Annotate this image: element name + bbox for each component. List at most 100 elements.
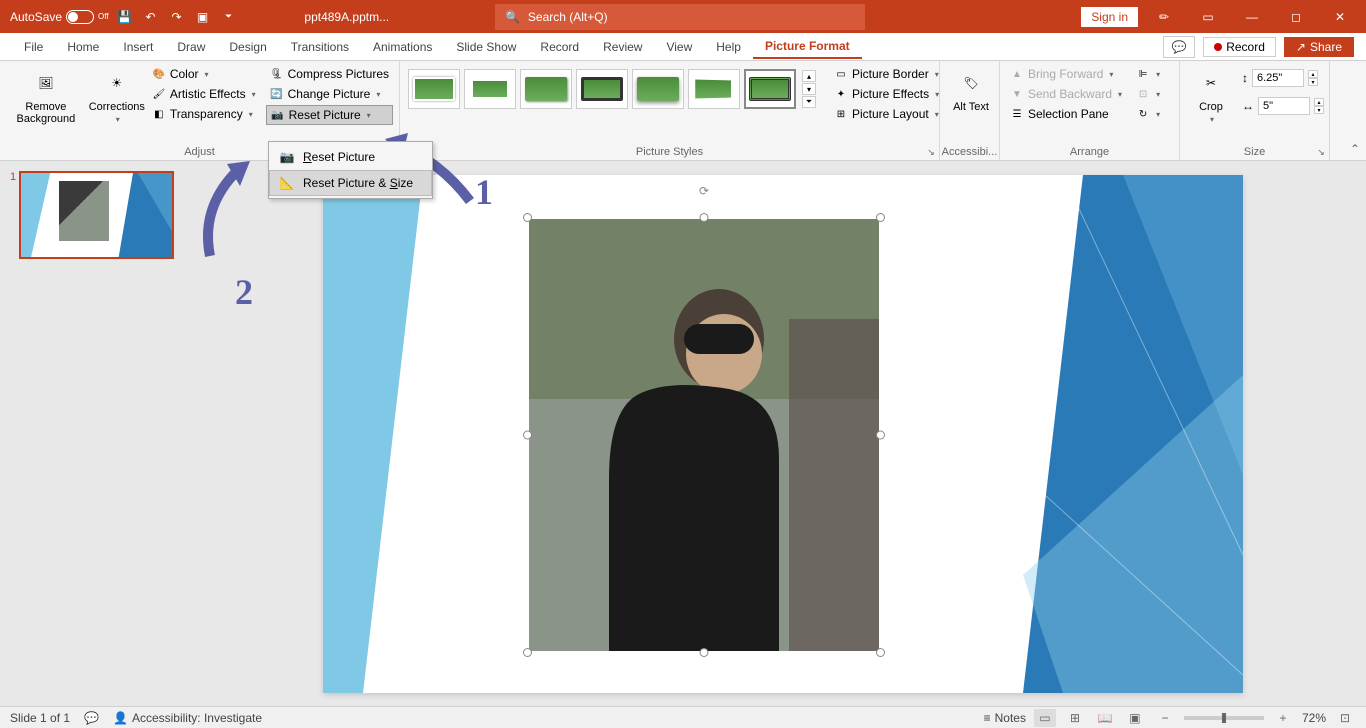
send-backward-button[interactable]: ▼Send Backward▾ (1006, 85, 1126, 103)
accessibility-status[interactable]: 👤Accessibility: Investigate (113, 711, 262, 725)
color-button[interactable]: 🎨Color▾ (148, 65, 260, 83)
width-up[interactable]: ▴ (1314, 98, 1324, 106)
style-thumb-6[interactable] (688, 69, 740, 109)
height-up[interactable]: ▴ (1308, 70, 1318, 78)
tab-transitions[interactable]: Transitions (279, 36, 361, 58)
minimize-icon[interactable]: — (1234, 3, 1270, 31)
slideshow-view-button[interactable]: ▣ (1124, 709, 1146, 727)
autosave-toggle[interactable]: AutoSave Off (10, 10, 109, 24)
autosave-switch[interactable] (66, 10, 94, 24)
width-input[interactable] (1258, 97, 1310, 115)
tab-picture-format[interactable]: Picture Format (753, 35, 862, 59)
sorter-view-button[interactable]: ⊞ (1064, 709, 1086, 727)
tab-review[interactable]: Review (591, 36, 654, 58)
height-input[interactable] (1252, 69, 1304, 87)
reading-view-button[interactable]: 📖 (1094, 709, 1116, 727)
rotate-button[interactable]: ↻▾ (1132, 105, 1164, 123)
zoom-slider[interactable] (1184, 716, 1264, 720)
style-thumb-5[interactable] (632, 69, 684, 109)
gallery-more-button[interactable]: ⏷ (802, 96, 816, 108)
selection-pane-label: Selection Pane (1028, 107, 1109, 121)
picture-layout-button[interactable]: ⊞Picture Layout▾ (830, 105, 943, 123)
compress-pictures-button[interactable]: 🗜Compress Pictures (266, 65, 393, 83)
slide-thumbnail-1[interactable] (19, 171, 174, 259)
artistic-effects-button[interactable]: 🖌Artistic Effects▾ (148, 85, 260, 103)
undo-icon[interactable]: ↶ (141, 7, 161, 27)
search-input[interactable] (528, 10, 855, 24)
reset-picture-size-item[interactable]: 📐 Reset Picture & Size (269, 170, 432, 196)
slide-thumbnail-panel[interactable]: 1 (0, 161, 200, 706)
style-thumb-4[interactable] (576, 69, 628, 109)
change-picture-button[interactable]: 🔄Change Picture▾ (266, 85, 393, 103)
present-icon[interactable]: ▣ (193, 7, 213, 27)
zoom-level[interactable]: 72% (1302, 711, 1326, 725)
chevron-down-icon: ▾ (1109, 70, 1113, 79)
crop-button[interactable]: ✂ Crop ▾ (1186, 65, 1236, 126)
group-button[interactable]: ⊡▾ (1132, 85, 1164, 103)
redo-icon[interactable]: ↷ (167, 7, 187, 27)
gallery-up-button[interactable]: ▴ (802, 70, 816, 82)
tab-draw[interactable]: Draw (165, 36, 217, 58)
tab-animations[interactable]: Animations (361, 36, 444, 58)
save-icon[interactable]: 💾 (115, 7, 135, 27)
selection-pane-button[interactable]: ☰Selection Pane (1006, 105, 1126, 123)
qat-more-icon[interactable]: ⏷ (219, 7, 239, 27)
tab-insert[interactable]: Insert (111, 36, 165, 58)
tab-slideshow[interactable]: Slide Show (444, 36, 528, 58)
zoom-out-button[interactable]: − (1154, 709, 1176, 727)
comments-button[interactable]: 💬 (1163, 36, 1195, 58)
style-thumb-3[interactable] (520, 69, 572, 109)
corrections-button[interactable]: ☀ Corrections ▾ (92, 65, 142, 126)
bring-forward-button[interactable]: ▲Bring Forward▾ (1006, 65, 1126, 83)
ribbon-mode-icon[interactable]: ▭ (1190, 3, 1226, 31)
width-down[interactable]: ▾ (1314, 106, 1324, 114)
tab-record[interactable]: Record (528, 36, 591, 58)
autosave-label: AutoSave (10, 10, 62, 24)
close-icon[interactable]: ✕ (1322, 3, 1358, 31)
language-icon[interactable]: 💬 (84, 711, 99, 725)
remove-background-button[interactable]: 🖼 Remove Background (6, 65, 86, 127)
share-button[interactable]: ↗Share (1284, 37, 1354, 57)
tab-design[interactable]: Design (217, 36, 278, 58)
reset-picture-item[interactable]: 📷 Reset Picture (269, 144, 432, 170)
style-thumb-2[interactable] (464, 69, 516, 109)
picture-border-button[interactable]: ▭Picture Border▾ (830, 65, 943, 83)
tab-view[interactable]: View (654, 36, 704, 58)
style-thumb-7[interactable] (744, 69, 796, 109)
inserted-picture[interactable]: ⟳ (529, 219, 879, 651)
zoom-in-button[interactable]: + (1272, 709, 1294, 727)
alt-text-icon: 🏷 (955, 67, 987, 99)
fit-window-button[interactable]: ⊡ (1334, 709, 1356, 727)
collapse-ribbon-button[interactable]: ⌃ (1350, 142, 1360, 156)
tab-file[interactable]: File (12, 36, 55, 58)
slide-canvas[interactable]: ⟳ (323, 175, 1243, 693)
tab-home[interactable]: Home (55, 36, 111, 58)
align-button[interactable]: ⊫▾ (1132, 65, 1164, 83)
transparency-label: Transparency (170, 107, 243, 121)
maximize-icon[interactable]: ◻ (1278, 3, 1314, 31)
slide-counter[interactable]: Slide 1 of 1 (10, 711, 70, 725)
picture-styles-gallery[interactable]: ▴ ▾ ⏷ (406, 65, 818, 113)
send-backward-icon: ▼ (1010, 87, 1024, 101)
transparency-button[interactable]: ◧Transparency▾ (148, 105, 260, 123)
size-dialog-launcher[interactable]: ↘ (1315, 146, 1327, 158)
height-down[interactable]: ▾ (1308, 78, 1318, 86)
slide-thumb-number: 1 (10, 171, 16, 183)
zoom-slider-thumb[interactable] (1222, 713, 1226, 723)
normal-view-button[interactable]: ▭ (1034, 709, 1056, 727)
search-box[interactable]: 🔍 (495, 4, 865, 30)
coming-soon-icon[interactable]: ✏ (1146, 3, 1182, 31)
picture-effects-button[interactable]: ✦Picture Effects▾ (830, 85, 943, 103)
style-thumb-1[interactable] (408, 69, 460, 109)
alt-text-button[interactable]: 🏷 Alt Text (946, 65, 996, 115)
slide-canvas-area[interactable]: 1 2 (200, 161, 1366, 706)
tab-help[interactable]: Help (704, 36, 753, 58)
rotate-handle[interactable]: ⟳ (696, 183, 712, 199)
record-button[interactable]: Record (1203, 37, 1276, 57)
styles-dialog-launcher[interactable]: ↘ (925, 146, 937, 158)
signin-button[interactable]: Sign in (1081, 7, 1138, 27)
share-icon: ↗ (1296, 40, 1306, 54)
reset-picture-button[interactable]: 📷Reset Picture▾ (266, 105, 393, 125)
notes-button[interactable]: ≡Notes (984, 711, 1026, 725)
gallery-down-button[interactable]: ▾ (802, 83, 816, 95)
